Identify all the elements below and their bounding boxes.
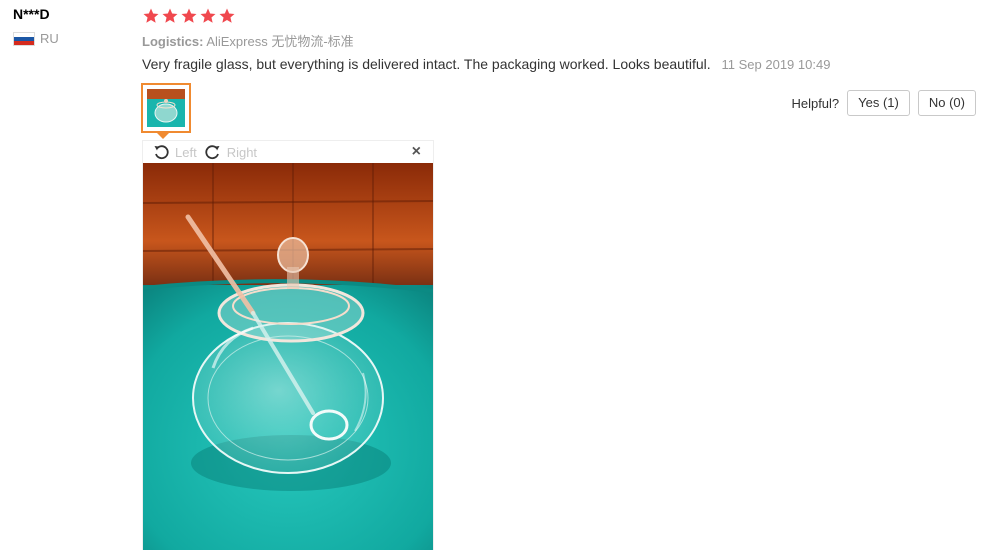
thumbnail-image [147,89,185,127]
russia-flag-icon [13,31,35,46]
helpful-voting: Helpful? Yes (1) No (0) [791,90,976,116]
feedback-text: Very fragile glass, but everything is de… [142,56,711,72]
reviewer-country: RU [13,31,59,46]
reviewer-name: N***D [13,6,50,22]
rotate-left-label: Left [175,144,197,160]
review-photo-thumbnail[interactable] [141,83,191,133]
rotate-right-button[interactable]: Right [205,144,257,160]
star-icon [143,8,159,23]
helpful-yes-button[interactable]: Yes (1) [847,90,910,116]
star-icon [162,8,178,23]
close-icon[interactable]: × [412,143,421,161]
logistics-value: AliExpress 无忧物流-标准 [206,34,354,49]
helpful-label: Helpful? [791,95,840,111]
star-icon [181,8,197,23]
review-photo-glass-jar [143,163,433,550]
thumbnail-pointer [157,133,169,139]
photo-viewer: Left Right × [142,140,434,550]
star-icon [219,8,235,23]
rotate-left-icon [154,145,169,160]
helpful-no-button[interactable]: No (0) [917,90,976,116]
logistics-info: Logistics: AliExpress 无忧物流-标准 [142,31,354,50]
country-code: RU [40,31,59,46]
rotate-left-button[interactable]: Left [153,144,197,160]
star-rating [142,7,236,25]
rotate-right-label: Right [226,144,258,160]
logistics-label: Logistics: [142,34,204,49]
rotate-right-icon [205,145,220,160]
star-icon [200,8,216,23]
reviewer-info: N***D RU [13,6,59,46]
viewer-toolbar: Left Right × [143,141,433,163]
review-feedback: Very fragile glass, but everything is de… [142,56,830,72]
feedback-date: 11 Sep 2019 10:49 [721,57,831,72]
